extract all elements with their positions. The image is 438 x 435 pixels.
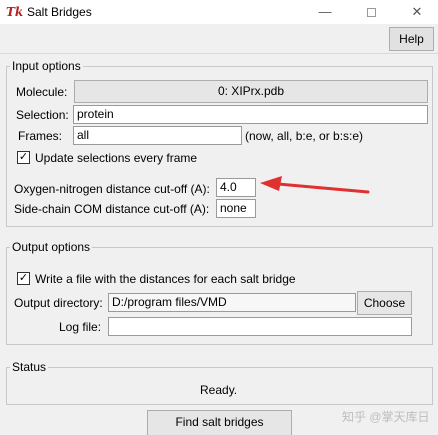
status-label: Status <box>10 360 49 374</box>
frames-label: Frames: <box>18 129 63 143</box>
log-file-label: Log file: <box>59 320 102 334</box>
watermark-text: 知乎 @掌天库日 <box>342 410 430 424</box>
maximize-button[interactable] <box>348 0 394 24</box>
update-selections-label: Update selections every frame <box>35 151 198 165</box>
help-menu-button[interactable]: Help <box>389 27 434 51</box>
update-selections-checkbox[interactable]: ✓ <box>17 151 30 164</box>
input-options-label: Input options <box>10 59 83 73</box>
find-salt-bridges-button[interactable]: Find salt bridges <box>147 410 292 435</box>
maximize-icon <box>366 8 376 18</box>
annotation-arrow <box>260 176 370 194</box>
write-distances-checkbox[interactable]: ✓ <box>17 272 30 285</box>
choose-button[interactable]: Choose <box>357 291 412 315</box>
log-file-input[interactable] <box>108 317 412 336</box>
output-directory-input[interactable]: D:/program files/VMD <box>108 293 356 312</box>
molecule-menubutton[interactable]: 0: XIPrx.pdb <box>74 80 428 103</box>
minimize-button[interactable]: — <box>302 0 348 24</box>
tk-feather-icon: Tk <box>6 5 24 19</box>
molecule-label: Molecule: <box>16 85 68 99</box>
title-bar: Tk Salt Bridges — ✕ <box>0 0 438 24</box>
close-button[interactable]: ✕ <box>394 0 438 24</box>
selection-label: Selection: <box>16 108 69 122</box>
frames-hint: (now, all, b:e, or b:s:e) <box>245 129 364 143</box>
output-options-label: Output options <box>10 240 93 254</box>
selection-input[interactable]: protein <box>73 105 428 124</box>
on-cutoff-label: Oxygen-nitrogen distance cut-off (A): <box>14 182 210 196</box>
menu-bar: Help <box>0 24 438 54</box>
window-title: Salt Bridges <box>27 5 92 19</box>
output-directory-label: Output directory: <box>14 296 103 310</box>
on-cutoff-input[interactable]: 4.0 <box>216 178 256 197</box>
status-text: Ready. <box>200 383 238 397</box>
write-distances-label: Write a file with the distances for each… <box>35 272 296 286</box>
com-cutoff-input[interactable]: none <box>216 199 256 218</box>
com-cutoff-label: Side-chain COM distance cut-off (A): <box>14 202 210 216</box>
frames-input[interactable]: all <box>73 126 242 145</box>
